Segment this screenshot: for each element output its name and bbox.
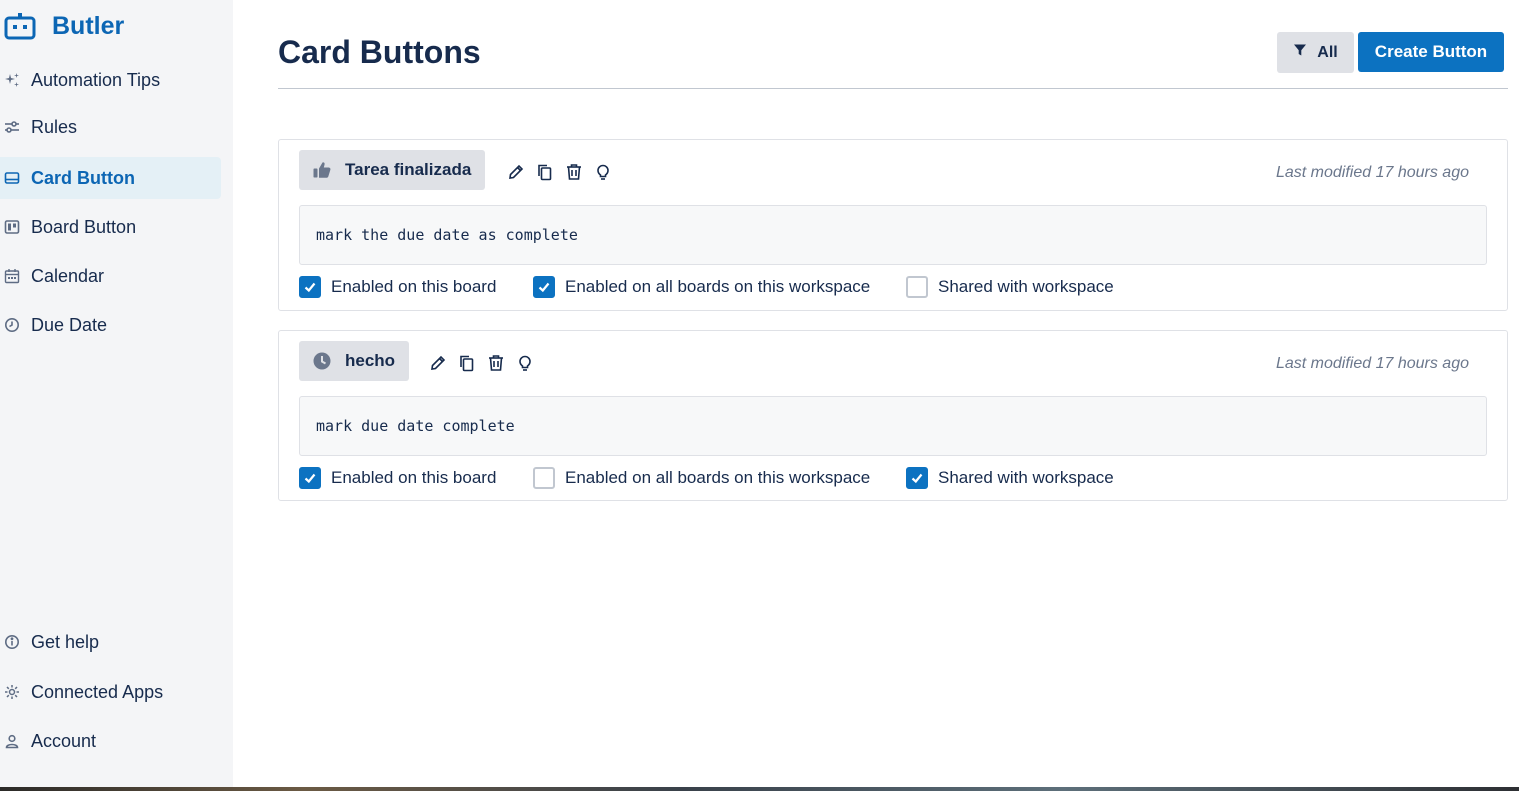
sidebar-item-label: Due Date <box>31 314 108 335</box>
calendar-icon <box>4 268 20 284</box>
card-icon <box>4 170 20 186</box>
sidebar-item-label: Get help <box>31 631 100 652</box>
sidebar-item-rules[interactable]: Rules <box>0 106 221 148</box>
sidebar-item-label: Connected Apps <box>31 681 164 702</box>
brand[interactable]: Butler <box>4 10 124 42</box>
filter-button[interactable]: All <box>1277 32 1354 73</box>
filter-label: All <box>1317 43 1338 61</box>
sidebar-item-automation-tips[interactable]: Automation Tips <box>0 59 221 101</box>
checkbox[interactable] <box>906 467 928 489</box>
filter-icon <box>1293 43 1307 62</box>
option-enabled-board[interactable]: Enabled on this board <box>299 275 496 299</box>
sidebar: Butler Automation Tips Rules Card Button… <box>0 0 233 787</box>
copy-icon[interactable] <box>534 161 556 183</box>
sidebar-item-label: Rules <box>31 116 78 137</box>
user-icon <box>4 733 20 749</box>
create-button[interactable]: Create Button <box>1358 32 1504 72</box>
sidebar-item-label: Calendar <box>31 265 105 286</box>
clock-icon <box>311 350 333 372</box>
option-label: Enabled on this board <box>331 468 497 487</box>
button-command: mark the due date as complete <box>299 205 1487 265</box>
option-shared-workspace[interactable]: Shared with workspace <box>906 466 1114 490</box>
option-label: Enabled on all boards on this workspace <box>565 277 871 296</box>
trash-icon[interactable] <box>485 352 507 374</box>
sidebar-item-label: Account <box>31 730 97 751</box>
option-label: Enabled on all boards on this workspace <box>565 468 871 487</box>
sidebar-item-get-help[interactable]: Get help <box>0 621 221 663</box>
card-button-chip[interactable]: Tarea finalizada <box>299 150 486 190</box>
gear-icon <box>4 684 20 700</box>
page-title: Card Buttons <box>278 34 481 70</box>
option-enabled-board[interactable]: Enabled on this board <box>299 466 496 490</box>
sidebar-item-calendar[interactable]: Calendar <box>0 255 221 297</box>
lightbulb-icon[interactable] <box>514 352 536 374</box>
desktop-strip <box>0 787 1519 791</box>
card-button-item: Tarea finalizada Last modified 17 hours … <box>278 139 1508 311</box>
card-button-actions <box>427 351 543 375</box>
thumbs-up-icon <box>311 159 333 181</box>
checkbox[interactable] <box>533 276 555 298</box>
edit-pencil-icon[interactable] <box>505 161 527 183</box>
butler-robot-icon <box>4 10 36 42</box>
button-options: Enabled on this board Enabled on all boa… <box>299 275 1487 299</box>
option-label: Enabled on this board <box>331 277 497 296</box>
sidebar-item-label: Card Button <box>31 167 135 188</box>
button-options: Enabled on this board Enabled on all boa… <box>299 466 1487 490</box>
sparkle-icon <box>4 72 20 88</box>
sidebar-item-card-button[interactable]: Card Button <box>0 157 221 199</box>
lightbulb-icon[interactable] <box>592 161 614 183</box>
card-button-chip[interactable]: hecho <box>299 341 410 381</box>
info-icon <box>4 634 20 650</box>
sidebar-item-board-button[interactable]: Board Button <box>0 206 221 248</box>
checkbox[interactable] <box>299 276 321 298</box>
last-modified: Last modified 17 hours ago <box>1275 355 1469 372</box>
option-shared-workspace[interactable]: Shared with workspace <box>906 275 1114 299</box>
board-icon <box>4 219 20 235</box>
option-label: Shared with workspace <box>938 468 1114 487</box>
card-button-name: Tarea finalizada <box>345 160 472 179</box>
button-command: mark due date complete <box>299 396 1487 456</box>
trash-icon[interactable] <box>563 161 585 183</box>
checkbox[interactable] <box>533 467 555 489</box>
checkbox[interactable] <box>299 467 321 489</box>
sidebar-item-label: Board Button <box>31 216 137 237</box>
sidebar-item-due-date[interactable]: Due Date <box>0 304 221 346</box>
card-button-name: hecho <box>345 351 396 370</box>
sidebar-item-connected-apps[interactable]: Connected Apps <box>0 671 221 713</box>
sliders-icon <box>4 119 20 135</box>
option-enabled-workspace[interactable]: Enabled on all boards on this workspace <box>533 466 870 490</box>
copy-icon[interactable] <box>456 352 478 374</box>
card-button-actions <box>505 160 621 184</box>
sidebar-item-label: Automation Tips <box>31 69 161 90</box>
checkbox[interactable] <box>906 276 928 298</box>
header-divider <box>278 88 1508 89</box>
card-button-item: hecho Last modified 17 hours ago mark du… <box>278 330 1508 501</box>
option-enabled-workspace[interactable]: Enabled on all boards on this workspace <box>533 275 870 299</box>
clock-icon <box>4 317 20 333</box>
app-name: Butler <box>52 11 125 40</box>
sidebar-item-account[interactable]: Account <box>0 720 221 762</box>
option-label: Shared with workspace <box>938 277 1114 296</box>
edit-pencil-icon[interactable] <box>427 352 449 374</box>
last-modified: Last modified 17 hours ago <box>1275 164 1469 181</box>
